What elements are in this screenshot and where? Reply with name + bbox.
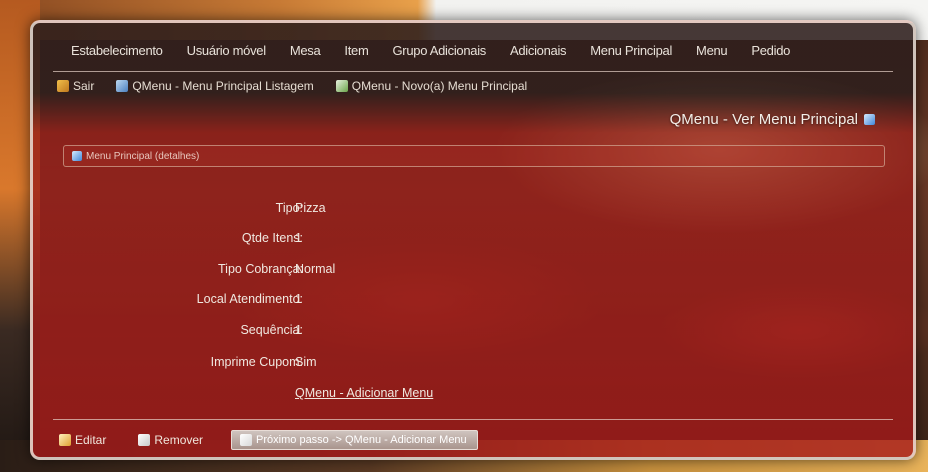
field-row-sequencia: Sequência: 1 bbox=[33, 323, 633, 343]
menu-item-pedido[interactable]: Pedido bbox=[751, 43, 790, 58]
field-value: Normal bbox=[295, 262, 336, 276]
divider bbox=[53, 71, 893, 72]
remove-button[interactable]: Remover bbox=[138, 433, 203, 447]
menu-item-grupo-adicionais[interactable]: Grupo Adicionais bbox=[393, 43, 487, 58]
field-row-local-atendimento: Local Atendimento: 1 bbox=[33, 292, 633, 312]
info-icon[interactable] bbox=[864, 114, 875, 125]
section-header-label: Menu Principal (detalhes) bbox=[86, 150, 200, 162]
exit-icon bbox=[57, 80, 69, 92]
add-menu-row: QMenu - Adicionar Menu bbox=[33, 386, 633, 406]
edit-button-label: Editar bbox=[75, 433, 107, 447]
remove-icon bbox=[138, 434, 151, 446]
page-title-text: QMenu - Ver Menu Principal bbox=[669, 111, 858, 128]
field-row-imprime-cupom: Imprime Cupom: Sim bbox=[33, 355, 633, 375]
field-value: 1 bbox=[295, 231, 302, 245]
field-row-tipo-cobranca: Tipo Cobrança: Normal bbox=[33, 262, 633, 282]
next-step-button[interactable]: Próximo passo -> QMenu - Adicionar Menu bbox=[231, 430, 478, 450]
menu-item-mesa[interactable]: Mesa bbox=[290, 43, 321, 58]
new-icon bbox=[335, 80, 348, 92]
main-panel: Estabelecimento Usuário móvel Mesa Item … bbox=[30, 20, 916, 460]
menu-item-menu[interactable]: Menu bbox=[696, 43, 728, 58]
field-value: Sim bbox=[295, 355, 317, 369]
next-icon bbox=[240, 434, 253, 446]
edit-button[interactable]: Editar bbox=[59, 433, 106, 447]
page-title: QMenu - Ver Menu Principal bbox=[670, 111, 875, 128]
menu-item-item[interactable]: Item bbox=[344, 43, 368, 58]
action-links: Sair QMenu - Menu Principal Listagem QMe… bbox=[57, 79, 549, 93]
field-label: Local Atendimento: bbox=[196, 292, 303, 306]
list-icon bbox=[116, 80, 129, 92]
remove-button-label: Remover bbox=[154, 433, 204, 447]
field-label: Qtde Itens: bbox=[241, 231, 303, 245]
field-value: Pizza bbox=[295, 201, 326, 215]
menu-item-estabelecimento[interactable]: Estabelecimento bbox=[71, 43, 163, 58]
footer-actions: Editar Remover Próximo passo -> QMenu - … bbox=[53, 429, 893, 451]
menu-item-menu-principal[interactable]: Menu Principal bbox=[590, 43, 672, 58]
field-row-qtde-itens: Qtde Itens: 1 bbox=[33, 231, 633, 251]
new-link[interactable]: QMenu - Novo(a) Menu Principal bbox=[335, 79, 528, 93]
divider bbox=[53, 419, 893, 420]
menu-item-usuario-movel[interactable]: Usuário móvel bbox=[187, 43, 266, 58]
field-label: Sequência: bbox=[240, 323, 303, 337]
list-link-label: QMenu - Menu Principal Listagem bbox=[132, 79, 314, 93]
field-label: Imprime Cupom: bbox=[210, 355, 303, 369]
exit-link[interactable]: Sair bbox=[57, 79, 94, 93]
new-link-label: QMenu - Novo(a) Menu Principal bbox=[351, 79, 528, 93]
next-step-button-label: Próximo passo -> QMenu - Adicionar Menu bbox=[256, 434, 467, 446]
collapse-icon bbox=[72, 151, 82, 161]
field-value: 1 bbox=[295, 292, 302, 306]
exit-link-label: Sair bbox=[73, 79, 95, 93]
top-menu: Estabelecimento Usuário móvel Mesa Item … bbox=[33, 33, 913, 67]
field-row-tipo: Tipo: Pizza bbox=[33, 201, 633, 221]
field-value: 1 bbox=[295, 323, 302, 337]
add-menu-link[interactable]: QMenu - Adicionar Menu bbox=[295, 386, 433, 400]
edit-icon bbox=[59, 434, 71, 446]
list-link[interactable]: QMenu - Menu Principal Listagem bbox=[116, 79, 314, 93]
section-header[interactable]: Menu Principal (detalhes) bbox=[63, 145, 885, 167]
field-label: Tipo Cobrança: bbox=[218, 262, 303, 276]
menu-item-adicionais[interactable]: Adicionais bbox=[510, 43, 567, 58]
